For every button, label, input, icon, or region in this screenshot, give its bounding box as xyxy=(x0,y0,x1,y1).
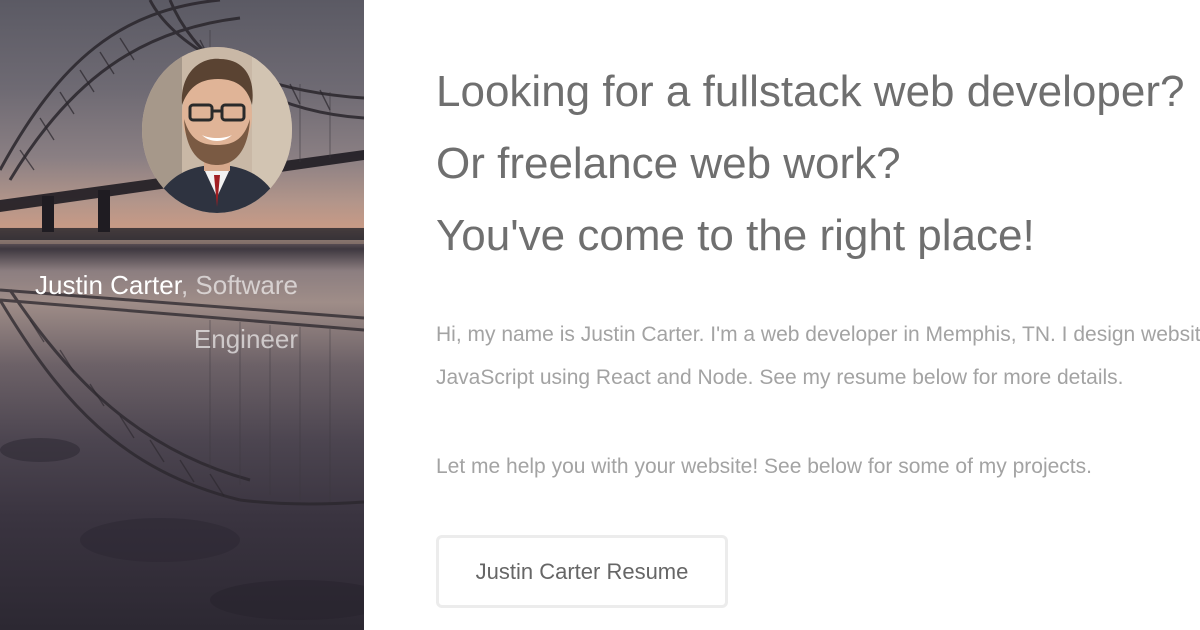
main-content: Looking for a fullstack web developer? O… xyxy=(364,0,1200,630)
headline-line-1: Looking for a fullstack web developer? xyxy=(436,67,1185,116)
page-headline: Looking for a fullstack web developer? O… xyxy=(436,56,1184,272)
resume-button[interactable]: Justin Carter Resume xyxy=(436,535,728,608)
page: Justin Carter, Software Engineer Looking… xyxy=(0,0,1200,630)
sidebar: Justin Carter, Software Engineer xyxy=(0,0,364,630)
profile-avatar xyxy=(142,47,292,213)
intro-line-2: JavaScript using React and Node. See my … xyxy=(436,366,1124,389)
sidebar-name: Justin Carter xyxy=(34,270,181,300)
sidebar-name-title: Justin Carter, Software Engineer xyxy=(8,258,298,366)
headline-line-3: You've come to the right place! xyxy=(436,211,1035,260)
intro-paragraph: Hi, my name is Justin Carter. I'm a web … xyxy=(436,313,1200,399)
help-paragraph: Let me help you with your website! See b… xyxy=(436,455,1092,478)
intro-line-1: Hi, my name is Justin Carter. I'm a web … xyxy=(436,323,1200,346)
sidebar-role: Software Engineer xyxy=(188,270,298,354)
profile-photo-icon xyxy=(142,47,292,213)
headline-line-2: Or freelance web work? xyxy=(436,139,901,188)
